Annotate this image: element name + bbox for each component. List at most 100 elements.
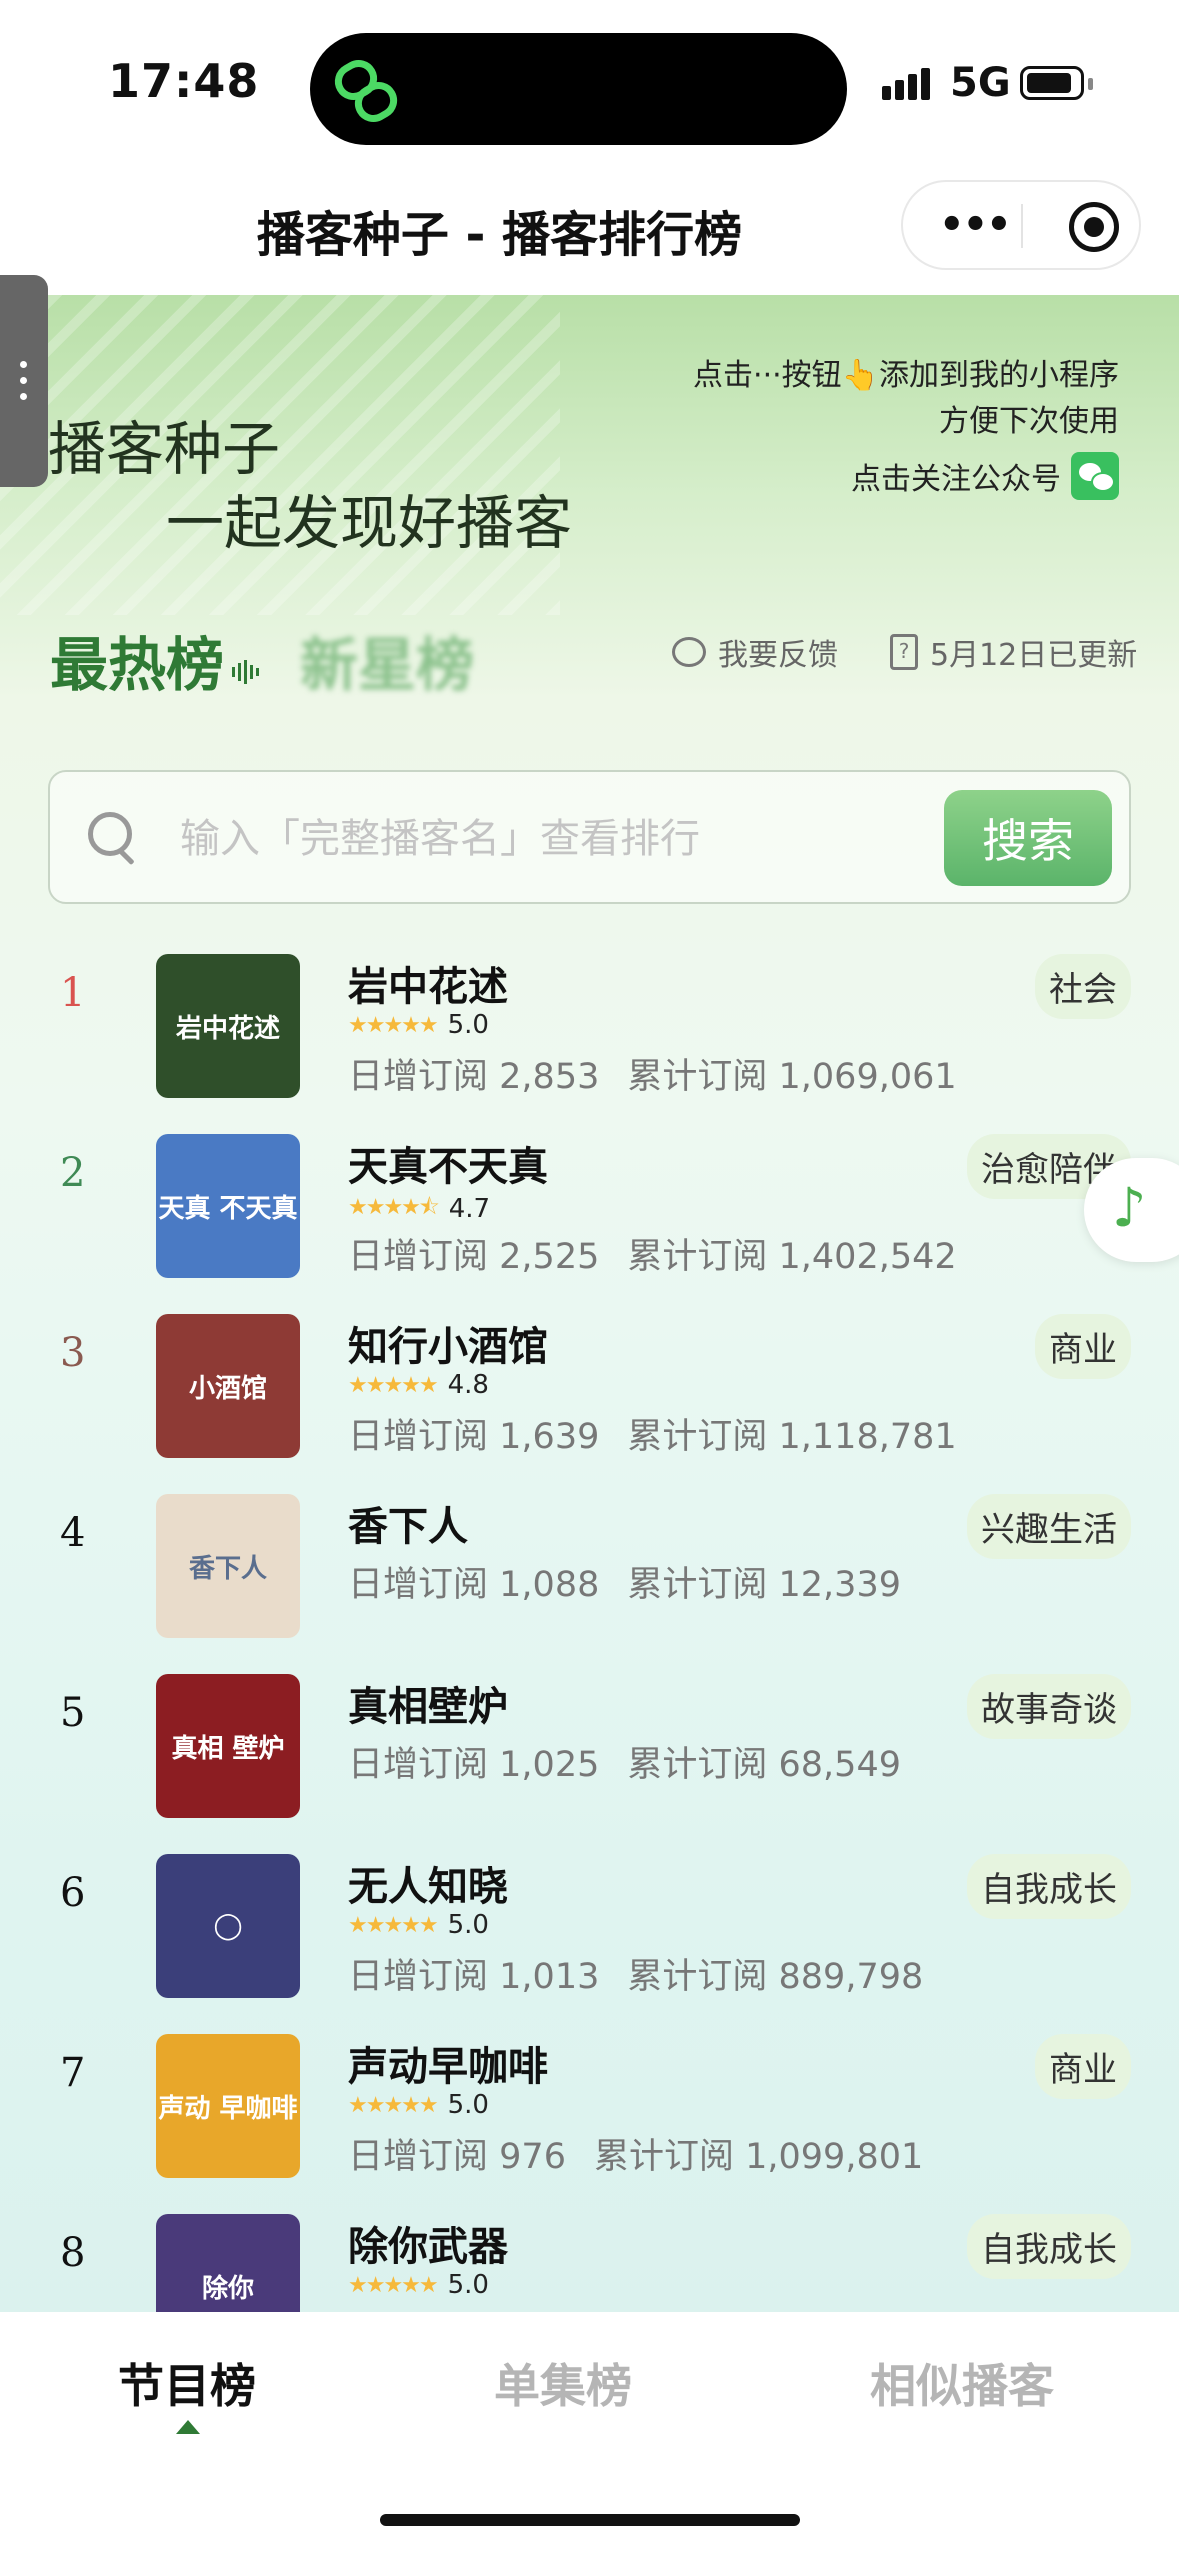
star-rating-icon: ★★★★★: [348, 2092, 439, 2118]
list-item[interactable]: 6 ◯ 无人知晓 ★★★★★ 5.0 日增订阅 1,013 累计订阅 889,798 自我成长: [0, 1854, 1179, 2034]
podcast-name[interactable]: 岩中花述: [348, 954, 508, 1012]
star-rating-icon: ★★★★★: [348, 1912, 439, 1938]
total-value: 12,339: [778, 1565, 901, 1605]
cover-text: 岩中花述: [175, 1013, 280, 1044]
podcast-cover[interactable]: 香下人: [156, 1494, 300, 1638]
daily-value: 976: [499, 2137, 566, 2177]
total-label: 累计订阅: [627, 1745, 768, 1785]
category-tag[interactable]: 自我成长: [967, 1854, 1131, 1919]
signal-icon: [882, 68, 934, 100]
daily-label: 日增订阅: [348, 1957, 489, 1997]
total-label: 累计订阅: [627, 1237, 768, 1277]
list-item[interactable]: 5 真相 壁炉 真相壁炉 日增订阅 1,025 累计订阅 68,549 故事奇谈: [0, 1674, 1179, 1854]
category-tag[interactable]: 商业: [1035, 2034, 1131, 2099]
rating: ★★★★★ 5.0: [348, 1910, 489, 1940]
total-value: 68,549: [778, 1745, 901, 1785]
podcast-cover[interactable]: ◯: [156, 1854, 300, 1998]
list-item[interactable]: 3 小酒馆 知行小酒馆 ★★★★★ 4.8 日增订阅 1,639 累计订阅 1,118,78…: [0, 1314, 1179, 1494]
podcast-cover[interactable]: 小酒馆: [156, 1314, 300, 1458]
cover-text: 声动 早咖啡: [158, 2093, 298, 2124]
search-input[interactable]: [178, 800, 922, 878]
cover-text: 小酒馆: [188, 1373, 267, 1404]
search-button[interactable]: 搜索: [944, 790, 1112, 886]
tab-episode-list[interactable]: 单集榜: [494, 2350, 632, 2416]
link-icon: [330, 55, 402, 127]
list-item[interactable]: 4 香下人 香下人 日增订阅 1,088 累计订阅 12,339 兴趣生活: [0, 1494, 1179, 1674]
podcast-name[interactable]: 知行小酒馆: [348, 1314, 548, 1372]
more-dots-icon[interactable]: •••: [939, 205, 1012, 245]
home-indicator: [380, 2514, 800, 2526]
list-item[interactable]: 1 岩中花述 岩中花述 ★★★★★ 5.0 日增订阅 2,853 累计订阅 1,069,06…: [0, 954, 1179, 1134]
rating-score: 5.0: [447, 2270, 489, 2300]
tab-new-star-list[interactable]: 新星榜: [300, 618, 474, 702]
podcast-name[interactable]: 声动早咖啡: [348, 2034, 548, 2092]
star-rating-icon: ★★★★⯪: [348, 1195, 440, 1220]
subscription-stats: 日增订阅 1,025 累计订阅 68,549: [348, 1736, 901, 1787]
category-tag[interactable]: 商业: [1035, 1314, 1131, 1379]
daily-value: 1,088: [499, 1565, 600, 1605]
total-label: 累计订阅: [627, 1957, 768, 1997]
cover-text: 真相 壁炉: [171, 1733, 285, 1764]
rank-number: 3: [60, 1330, 86, 1376]
daily-value: 1,025: [499, 1745, 600, 1785]
tab-similar-podcasts[interactable]: 相似播客: [870, 2350, 1054, 2416]
subscription-stats: 日增订阅 2,525 累计订阅 1,402,542: [348, 1228, 957, 1279]
list-item[interactable]: 2 天真 不天真 天真不天真 ★★★★⯪ 4.7 日增订阅 2,525 累计订阅 1,402…: [0, 1134, 1179, 1314]
sound-wave-icon: [232, 660, 262, 684]
star-rating-icon: ★★★★★: [348, 1372, 439, 1398]
subscription-stats: 日增订阅 1,639 累计订阅 1,118,781: [348, 1408, 957, 1459]
add-miniprogram-tip: 点击···按钮👆添加到我的小程序: [693, 358, 1119, 393]
total-value: 1,402,542: [778, 1237, 957, 1277]
star-rating-icon: ★★★★★: [348, 2272, 439, 2298]
rating-score: 5.0: [447, 1010, 489, 1040]
list-item[interactable]: 7 声动 早咖啡 声动早咖啡 ★★★★★ 5.0 日增订阅 976 累计订阅 1,099,8…: [0, 2034, 1179, 2214]
updated-label: 5月12日已更新: [930, 638, 1138, 673]
rank-number: 6: [60, 1870, 86, 1916]
battery-icon: [1020, 66, 1084, 100]
daily-value: 2,853: [499, 1057, 600, 1097]
tab-program-list[interactable]: 节目榜: [118, 2350, 256, 2416]
search-icon: [88, 812, 132, 856]
rating: ★★★★★ 5.0: [348, 2270, 489, 2300]
category-tag[interactable]: 自我成长: [967, 2214, 1131, 2279]
miniprogram-capsule: •••: [901, 180, 1141, 270]
daily-label: 日增订阅: [348, 1417, 489, 1457]
rank-number: 7: [60, 2050, 86, 2096]
side-drawer-handle[interactable]: [0, 275, 48, 487]
rating: ★★★★★ 4.8: [348, 1370, 489, 1400]
podcast-cover[interactable]: 天真 不天真: [156, 1134, 300, 1278]
podcast-cover[interactable]: 真相 壁炉: [156, 1674, 300, 1818]
total-value: 1,099,801: [745, 2137, 924, 2177]
podcast-name[interactable]: 除你武器: [348, 2214, 508, 2272]
rank-number: 8: [60, 2230, 86, 2276]
rating: ★★★★★ 5.0: [348, 1010, 489, 1040]
rating-score: 4.8: [447, 1370, 489, 1400]
rating: ★★★★★ 5.0: [348, 2090, 489, 2120]
rating-score: 5.0: [447, 1910, 489, 1940]
rank-number: 1: [60, 970, 86, 1016]
podcast-name[interactable]: 真相壁炉: [348, 1674, 508, 1732]
daily-label: 日增订阅: [348, 2137, 489, 2177]
category-tag[interactable]: 兴趣生活: [967, 1494, 1131, 1559]
active-tab-indicator: [176, 2420, 200, 2434]
rank-number: 4: [60, 1510, 86, 1556]
total-value: 889,798: [778, 1957, 924, 1997]
podcast-cover[interactable]: 岩中花述: [156, 954, 300, 1098]
wechat-icon[interactable]: [1071, 452, 1119, 500]
podcast-name[interactable]: 香下人: [348, 1494, 468, 1552]
daily-value: 1,639: [499, 1417, 600, 1457]
cover-text: 香下人: [188, 1553, 267, 1584]
target-icon[interactable]: [1069, 202, 1119, 252]
follow-official-account[interactable]: 点击关注公众号: [851, 452, 1119, 500]
subscription-stats: 日增订阅 1,013 累计订阅 889,798: [348, 1948, 923, 1999]
tab-hot-list[interactable]: 最热榜: [50, 618, 224, 702]
feedback-link[interactable]: 我要反馈: [672, 630, 838, 674]
floating-player[interactable]: ♪: [1084, 1158, 1179, 1262]
update-info[interactable]: ? 5月12日已更新: [890, 630, 1137, 674]
podcast-cover[interactable]: 声动 早咖啡: [156, 2034, 300, 2178]
cover-text: ◯: [213, 1911, 243, 1941]
podcast-name[interactable]: 无人知晓: [348, 1854, 508, 1912]
category-tag[interactable]: 社会: [1035, 954, 1131, 1019]
podcast-name[interactable]: 天真不天真: [348, 1134, 548, 1192]
category-tag[interactable]: 故事奇谈: [967, 1674, 1131, 1739]
